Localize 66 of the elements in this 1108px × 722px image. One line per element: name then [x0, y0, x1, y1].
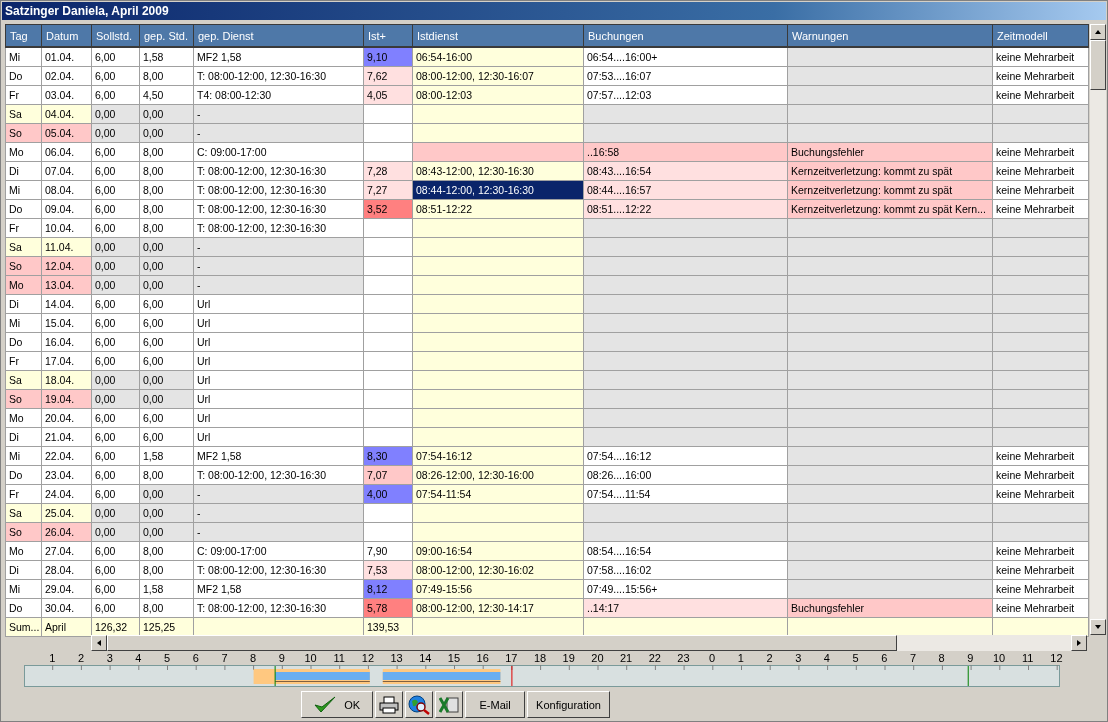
hour-label: 5	[163, 652, 172, 665]
hour-label: 9	[966, 652, 975, 665]
hour-label: 1	[736, 652, 745, 665]
spreadsheet-icon	[439, 695, 460, 714]
hour-label: 16	[475, 652, 490, 665]
print-button[interactable]	[375, 691, 404, 718]
triangle-icon	[1094, 623, 1102, 631]
scroll-right-button[interactable]	[1071, 635, 1087, 651]
scroll-up-button[interactable]	[1090, 24, 1106, 40]
hour-label: 18	[532, 652, 548, 665]
action-button[interactable]: E-Mail	[465, 691, 526, 718]
hour-label: 10	[303, 652, 318, 665]
triangle-icon	[1075, 639, 1083, 647]
triangle-icon	[95, 639, 103, 647]
hour-label: 7	[220, 652, 229, 665]
scroll-left-button[interactable]	[91, 635, 107, 651]
scroll-down-button[interactable]	[1090, 619, 1106, 635]
hour-label: 3	[794, 652, 803, 665]
action-button[interactable]: Konfiguration	[527, 691, 610, 718]
hour-label: 22	[647, 652, 662, 665]
hour-label: 8	[249, 652, 258, 665]
column-header[interactable]: Warnungen	[787, 24, 993, 47]
hour-label: 3	[105, 652, 114, 665]
hour-label: 13	[389, 652, 404, 665]
hour-label: 11	[332, 652, 346, 665]
hour-label: 12	[1049, 652, 1064, 665]
column-header[interactable]: Datum	[41, 24, 92, 47]
hour-label: 0	[708, 652, 717, 665]
printer-icon	[379, 695, 400, 714]
column-header[interactable]: gep. Std.	[139, 24, 194, 47]
globe-search-icon	[408, 694, 431, 715]
hour-label: 4	[134, 652, 143, 665]
checkmark-icon	[314, 695, 337, 714]
hour-label: 7	[908, 652, 918, 665]
hour-label: 9	[277, 652, 286, 665]
hour-label: 10	[991, 652, 1007, 665]
hour-label: 12	[360, 652, 376, 665]
hour-label: 11	[1021, 652, 1035, 665]
column-header[interactable]: Tag	[5, 24, 42, 47]
preview-button[interactable]	[405, 691, 434, 718]
column-header[interactable]: Zeitmodell	[992, 24, 1089, 47]
hour-label: 6	[880, 652, 889, 665]
hour-label: 8	[937, 652, 946, 665]
hour-label: 21	[618, 652, 634, 665]
window-title: Satzinger Daniela, April 2009	[2, 2, 1106, 20]
table-cell[interactable]: Mi	[5, 47, 42, 67]
ok-button[interactable]: OK	[301, 691, 374, 718]
hour-label: 1	[48, 652, 57, 665]
column-header[interactable]: gep. Dienst	[193, 24, 364, 47]
column-header[interactable]: Ist+	[363, 24, 413, 47]
export-button[interactable]	[435, 691, 464, 718]
hour-label: 6	[191, 652, 200, 665]
hour-label: 2	[76, 652, 86, 665]
hour-label: 14	[418, 652, 433, 665]
hour-label: 20	[590, 652, 605, 665]
column-header[interactable]: Istdienst	[412, 24, 584, 47]
hour-label: 2	[765, 652, 774, 665]
hour-label: 17	[504, 652, 519, 665]
hour-label: 4	[822, 652, 831, 665]
column-header[interactable]: Sollstd.	[91, 24, 140, 47]
hour-label: 19	[561, 652, 576, 665]
hour-label: 5	[851, 652, 860, 665]
column-header[interactable]: Buchungen	[583, 24, 788, 47]
hour-label: 23	[676, 652, 691, 665]
hour-label: 15	[446, 652, 462, 665]
triangle-icon	[1094, 28, 1102, 36]
